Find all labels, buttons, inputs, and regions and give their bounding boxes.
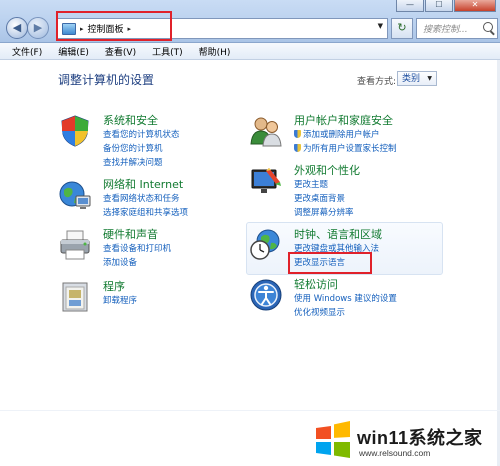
menu-view[interactable]: 查看(V) (105, 45, 136, 58)
window-controls: — ☐ ✕ (395, 0, 496, 12)
category-title[interactable]: 程序 (103, 278, 125, 294)
menu-file[interactable]: 文件(F) (12, 45, 42, 58)
view-by-dropdown[interactable]: 类别 (397, 71, 437, 86)
category-title[interactable]: 轻松访问 (294, 276, 338, 292)
watermark-brand: win11系统之家 (357, 428, 483, 448)
category-title[interactable]: 网络和 Internet (103, 176, 183, 192)
view-by-label: 查看方式: (357, 77, 397, 87)
search-placeholder: 搜索控制... (423, 25, 468, 35)
refresh-button[interactable]: ↻ (391, 18, 413, 39)
highlight-box-display-language (288, 252, 372, 274)
link-desktop-background[interactable]: 更改桌面背景 (294, 192, 345, 204)
watermark: win11系统之家 www.relsound.com (313, 418, 497, 463)
network-globe-icon (59, 181, 91, 209)
link-backup-computer[interactable]: 备份您的计算机 (103, 142, 163, 154)
page-title: 调整计算机的设置 (58, 73, 155, 87)
link-find-fix-problems[interactable]: 查找并解决问题 (103, 156, 163, 168)
link-parental-controls[interactable]: 为所有用户设置家长控制 (294, 142, 397, 154)
search-icon[interactable] (483, 22, 493, 32)
link-add-device[interactable]: 添加设备 (103, 256, 137, 268)
link-optimize-video[interactable]: 优化视频显示 (294, 306, 345, 318)
category-title[interactable]: 外观和个性化 (294, 162, 360, 178)
category-title[interactable]: 时钟、语言和区域 (294, 226, 382, 242)
category-title[interactable]: 系统和安全 (103, 112, 158, 128)
watermark-url: www.relsound.com (359, 448, 431, 458)
shield-flag-icon (61, 115, 89, 147)
address-dropdown-icon[interactable]: ▼ (378, 22, 383, 30)
close-button[interactable]: ✕ (454, 0, 496, 12)
users-icon (250, 117, 282, 147)
link-change-theme[interactable]: 更改主题 (294, 178, 328, 190)
highlight-box-address (56, 11, 172, 41)
ease-of-access-icon (250, 279, 282, 311)
link-network-status[interactable]: 查看网络状态和任务 (103, 192, 180, 204)
category-title[interactable]: 硬件和声音 (103, 226, 158, 242)
menu-edit[interactable]: 编辑(E) (58, 45, 89, 58)
category-title[interactable]: 用户帐户和家庭安全 (294, 112, 393, 128)
link-screen-resolution[interactable]: 调整屏幕分辨率 (294, 206, 354, 218)
programs-icon (62, 282, 88, 312)
link-uninstall-program[interactable]: 卸载程序 (103, 294, 137, 306)
windows-logo-icon (316, 421, 350, 458)
link-add-remove-accounts[interactable]: 添加或删除用户帐户 (294, 128, 380, 140)
maximize-button[interactable]: ☐ (425, 0, 453, 12)
divider (0, 410, 500, 411)
forward-button[interactable]: ▶ (27, 17, 49, 39)
printer-icon (60, 230, 90, 260)
menu-help[interactable]: 帮助(H) (199, 45, 231, 58)
link-view-computer-status[interactable]: 查看您的计算机状态 (103, 128, 180, 140)
menu-bar: 文件(F) 编辑(E) 查看(V) 工具(T) 帮助(H) (0, 43, 500, 60)
clock-globe-icon (250, 229, 280, 260)
appearance-icon (251, 168, 281, 193)
search-input[interactable]: 搜索控制... (416, 18, 498, 39)
minimize-button[interactable]: — (396, 0, 424, 12)
back-button[interactable]: ◀ (6, 17, 28, 39)
menu-tools[interactable]: 工具(T) (152, 45, 183, 58)
link-homegroup-sharing[interactable]: 选择家庭组和共享选项 (103, 206, 188, 218)
link-recommended-settings[interactable]: 使用 Windows 建议的设置 (294, 292, 397, 304)
link-devices-printers[interactable]: 查看设备和打印机 (103, 242, 171, 254)
